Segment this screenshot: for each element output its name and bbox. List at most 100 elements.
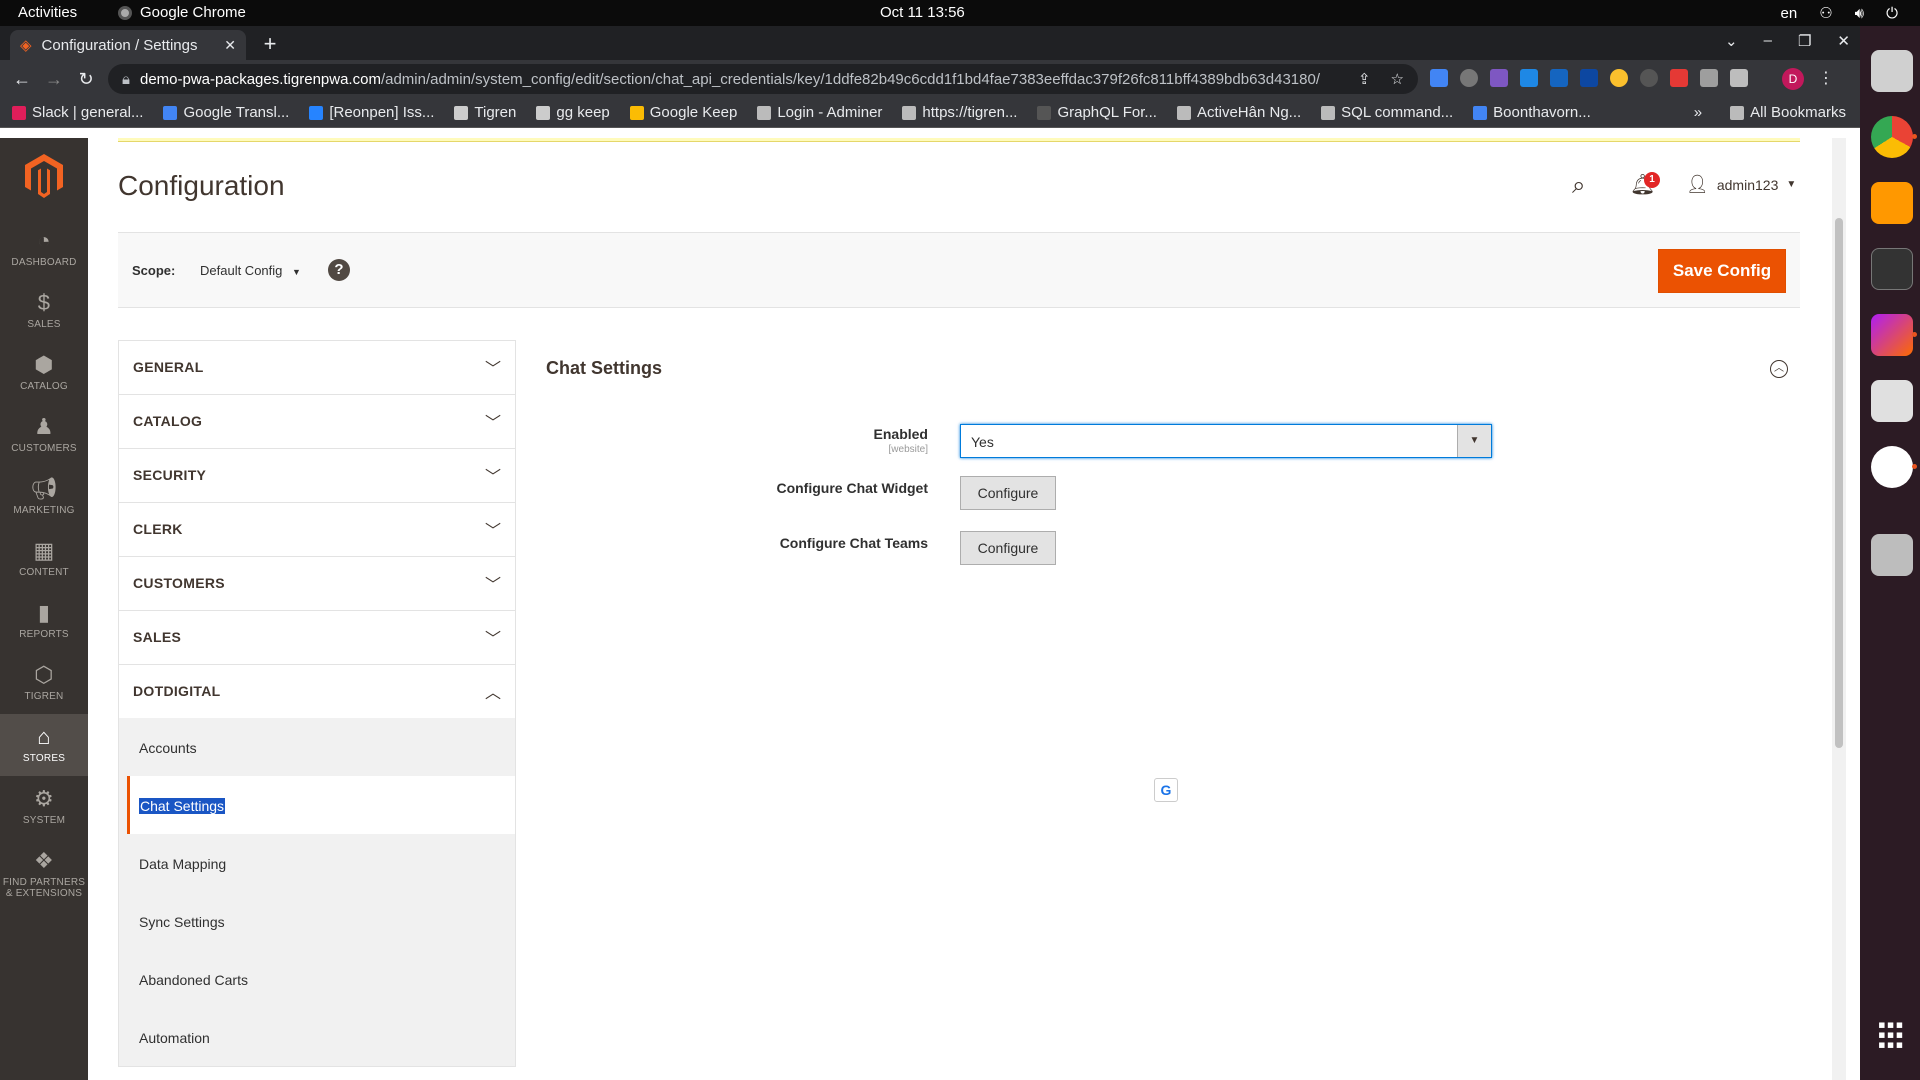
text-editor-app-icon[interactable]: [1871, 380, 1913, 422]
bookmark-item[interactable]: Slack | general...: [12, 104, 143, 121]
dotdigital-item-data-mapping[interactable]: Data Mapping: [119, 834, 515, 892]
puzzle-extensions-icon[interactable]: [1700, 69, 1718, 87]
site-info-icon[interactable]: 🔒︎: [122, 71, 130, 88]
minimize-icon[interactable]: –: [1764, 32, 1772, 50]
reload-icon[interactable]: ↻: [70, 69, 102, 90]
phpstorm-app-icon[interactable]: [1871, 314, 1913, 356]
configure-chat-teams-button[interactable]: Configure: [960, 531, 1056, 565]
admin-user-menu[interactable]: 👤︎ admin123 ▼: [1686, 174, 1796, 195]
scrollbar-thumb[interactable]: [1835, 218, 1843, 748]
bookmark-item[interactable]: https://tigren...: [902, 104, 1017, 121]
config-section-catalog[interactable]: CATALOG ﹀: [118, 394, 516, 448]
bookmark-item[interactable]: ActiveHân Ng...: [1176, 104, 1301, 121]
admin-menu-reports[interactable]: ▮ REPORTS: [0, 590, 88, 652]
language-indicator[interactable]: en: [1781, 5, 1798, 22]
network-icon[interactable]: ⚇: [1819, 4, 1832, 22]
react-ext-icon[interactable]: [1640, 69, 1658, 87]
admin-menu-system[interactable]: ⚙ SYSTEM: [0, 776, 88, 838]
share-icon[interactable]: ⇪: [1358, 70, 1371, 88]
bookmark-item[interactable]: Login - Adminer: [757, 104, 882, 121]
close-tab-icon[interactable]: ✕: [224, 37, 236, 54]
files-app-icon[interactable]: [1871, 50, 1913, 92]
bookmark-item[interactable]: Boonthavorn...: [1473, 104, 1591, 121]
translate-ext-icon[interactable]: [1520, 69, 1538, 87]
admin-menu-catalog[interactable]: ⬢ CATALOG: [0, 342, 88, 404]
close-window-icon[interactable]: ✕: [1837, 32, 1850, 50]
dotdigital-item-sync-settings[interactable]: Sync Settings: [119, 892, 515, 950]
google-translate-popup-icon[interactable]: G: [1154, 778, 1178, 802]
volume-icon[interactable]: 🔊︎: [1855, 5, 1864, 22]
enabled-select[interactable]: Yes ▼: [960, 424, 1492, 458]
scope-help-icon[interactable]: ?: [328, 259, 350, 281]
coin-ext-icon[interactable]: [1610, 69, 1628, 87]
power-icon[interactable]: ⏻: [1886, 5, 1898, 22]
page-scrollbar[interactable]: [1832, 138, 1846, 1080]
scope-switcher[interactable]: Default Config ▼: [200, 263, 301, 278]
chrome-app-icon[interactable]: [1871, 116, 1913, 158]
all-bookmarks-folder[interactable]: » All Bookmarks: [1694, 104, 1846, 121]
bookmark-item[interactable]: GraphQL For...: [1037, 104, 1157, 121]
section-label: CATALOG: [133, 413, 203, 429]
panel-title[interactable]: Chat Settings: [546, 358, 662, 379]
bookmark-item[interactable]: [Reonpen] Iss...: [309, 104, 434, 121]
slack-app-icon[interactable]: [1871, 446, 1913, 488]
show-apps-grid-icon[interactable]: ▪▪▪ ▪▪▪ ▪▪▪: [1878, 1014, 1904, 1056]
admin-menu-dashboard[interactable]: ◔ DASHBOARD: [0, 218, 88, 280]
side-panel-icon[interactable]: [1730, 69, 1748, 87]
admin-menu-stores[interactable]: ⌂ STORES: [0, 714, 88, 776]
config-section-security[interactable]: SECURITY ﹀: [118, 448, 516, 502]
chrome-menu-icon[interactable]: ⋮: [1818, 68, 1834, 88]
pen-ext-icon[interactable]: [1490, 69, 1508, 87]
admin-menu-sales[interactable]: $ SALES: [0, 280, 88, 342]
bookmark-item[interactable]: Tigren: [454, 104, 516, 121]
active-app-menu[interactable]: Google Chrome: [118, 4, 246, 21]
configure-chat-widget-button[interactable]: Configure: [960, 476, 1056, 510]
bookmark-star-icon[interactable]: ☆: [1391, 70, 1404, 88]
grid-ext-icon[interactable]: [1670, 69, 1688, 87]
n-ext-icon[interactable]: [1580, 69, 1598, 87]
trash-icon[interactable]: [1871, 534, 1913, 576]
system-tray[interactable]: en ⚇ 🔊︎ ⏻: [1781, 4, 1898, 23]
browser-tab-active[interactable]: ◈ Configuration / Settings ✕: [10, 30, 246, 60]
config-section-clerk[interactable]: CLERK ﹀: [118, 502, 516, 556]
magento-logo-icon[interactable]: [25, 154, 63, 198]
maximize-icon[interactable]: ❐: [1798, 32, 1811, 50]
forward-icon[interactable]: →: [38, 69, 70, 90]
admin-menu-find-partners[interactable]: ❖ FIND PARTNERS & EXTENSIONS: [0, 838, 88, 900]
bookmarks-overflow-icon[interactable]: »: [1694, 104, 1702, 121]
dotdigital-item-automation[interactable]: Automation: [119, 1008, 515, 1066]
sublime-text-app-icon[interactable]: [1871, 182, 1913, 224]
google-translate-ext-icon[interactable]: [1430, 69, 1448, 87]
system-clock[interactable]: Oct 11 13:56: [880, 4, 965, 21]
dotdigital-item-abandoned-carts[interactable]: Abandoned Carts: [119, 950, 515, 1008]
save-config-button[interactable]: Save Config: [1658, 249, 1786, 293]
tab-search-icon[interactable]: ⌄: [1725, 32, 1738, 50]
profile-avatar[interactable]: D: [1782, 68, 1804, 90]
admin-menu-tigren[interactable]: ⬡ TIGREN: [0, 652, 88, 714]
dotdigital-item-accounts[interactable]: Accounts: [119, 718, 515, 776]
bookmark-item[interactable]: Google Keep: [629, 104, 737, 121]
terminal-app-icon[interactable]: [1871, 248, 1913, 290]
admin-menu-customers[interactable]: ♟ CUSTOMERS: [0, 404, 88, 466]
back-icon[interactable]: ←: [6, 69, 38, 90]
activities-button[interactable]: Activities: [18, 4, 77, 21]
notifications-count-badge[interactable]: 1: [1644, 172, 1660, 188]
select-arrow-icon[interactable]: ▼: [1457, 425, 1491, 457]
new-tab-button[interactable]: +: [256, 32, 284, 58]
s-ext-icon[interactable]: [1550, 69, 1568, 87]
search-icon[interactable]: ⌕: [1572, 172, 1585, 200]
gear-ext-icon[interactable]: [1460, 69, 1478, 87]
admin-menu-marketing[interactable]: 📢︎ MARKETING: [0, 466, 88, 528]
bookmark-item[interactable]: Google Transl...: [163, 104, 289, 121]
config-section-dotdigital[interactable]: DOTDIGITAL ︿: [118, 664, 516, 718]
address-bar[interactable]: 🔒︎ demo-pwa-packages.tigrenpwa.com /admi…: [108, 64, 1418, 94]
config-section-general[interactable]: GENERAL ﹀: [118, 340, 516, 394]
bookmark-item[interactable]: SQL command...: [1321, 104, 1453, 121]
bookmark-item[interactable]: gg keep: [536, 104, 610, 121]
admin-menu-label: CONTENT: [19, 567, 69, 578]
dotdigital-item-chat-settings[interactable]: Chat Settings: [127, 776, 515, 834]
admin-menu-content[interactable]: ▦ CONTENT: [0, 528, 88, 590]
config-section-sales[interactable]: SALES ﹀: [118, 610, 516, 664]
config-section-customers[interactable]: CUSTOMERS ﹀: [118, 556, 516, 610]
collapse-section-icon[interactable]: ︿: [1770, 360, 1788, 378]
